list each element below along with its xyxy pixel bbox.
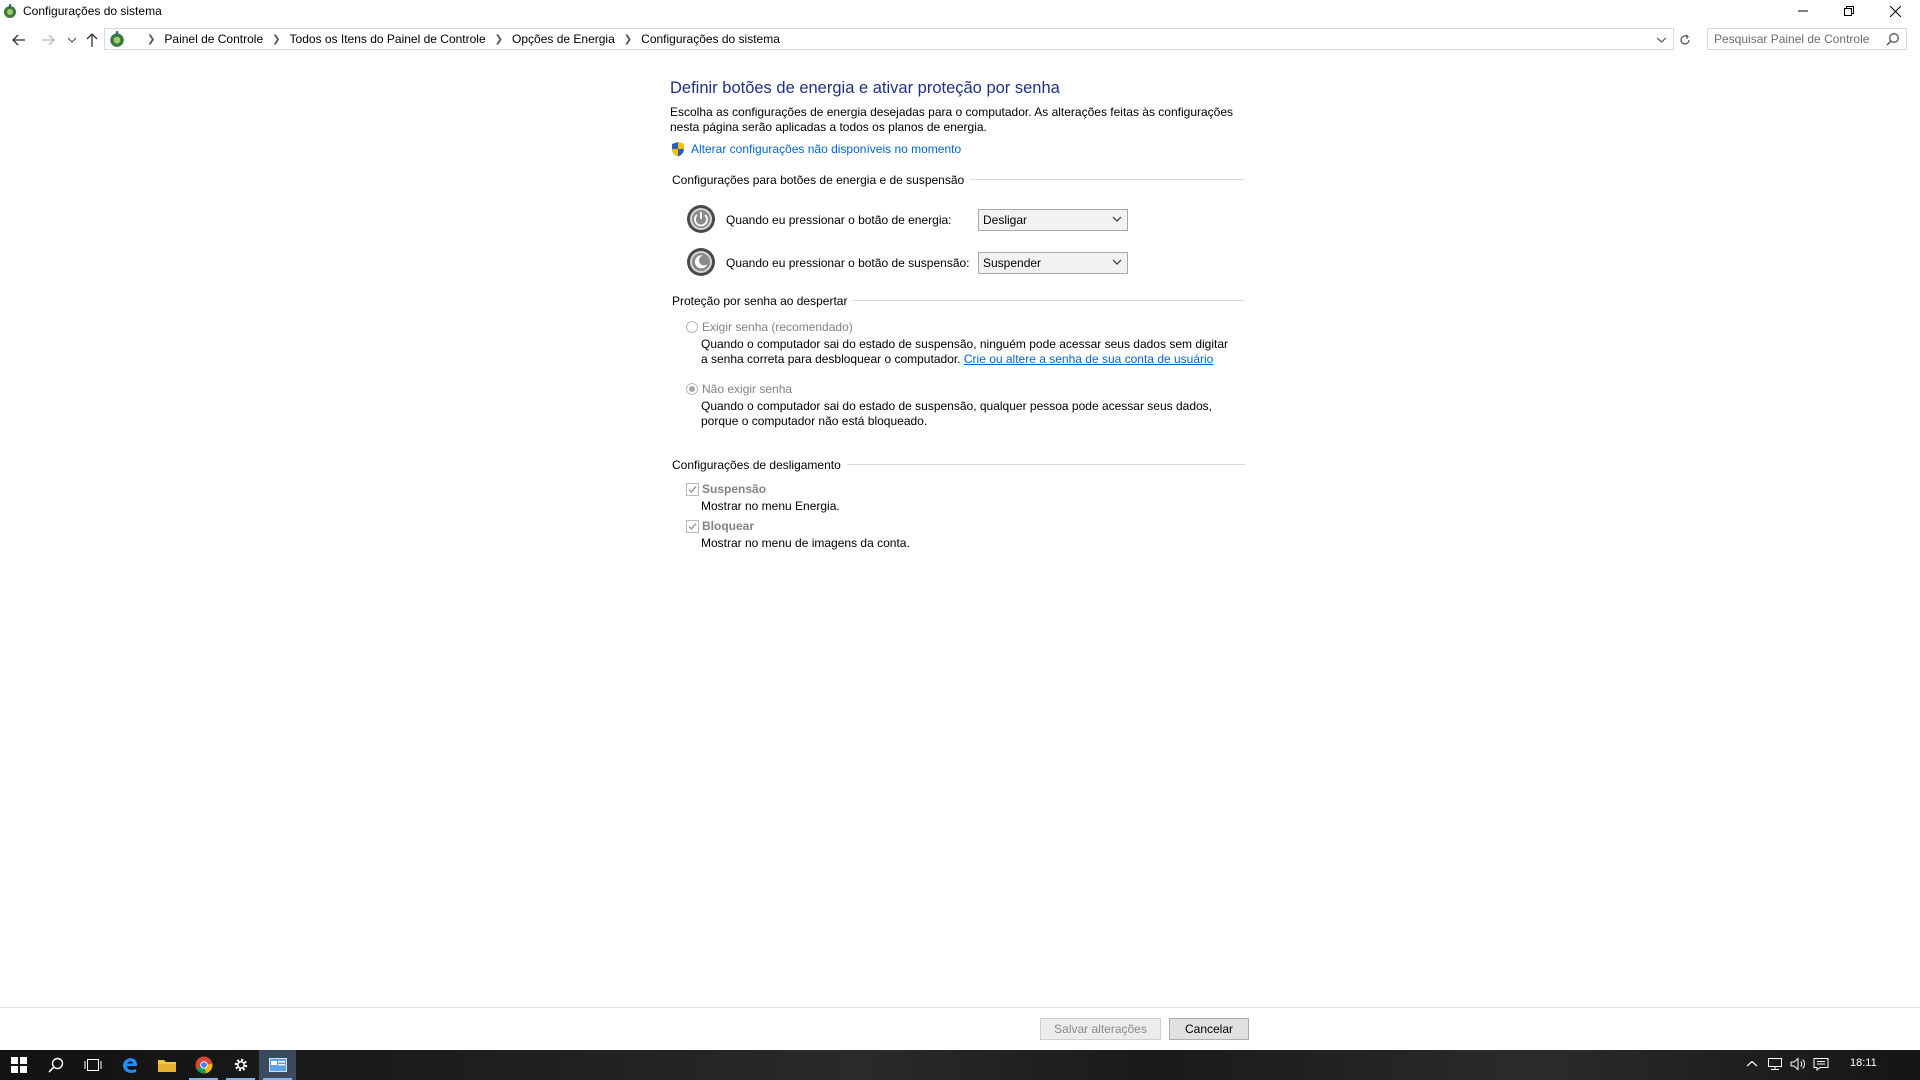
create-password-link[interactable]: Crie ou altere a senha de sua conta de u… — [964, 352, 1214, 366]
start-button[interactable] — [0, 1050, 37, 1080]
search-icon — [47, 1057, 63, 1073]
forward-arrow-icon — [42, 34, 55, 46]
network-icon — [1768, 1058, 1782, 1070]
gear-icon — [234, 1058, 247, 1072]
taskbar-control-panel-active[interactable] — [259, 1050, 296, 1080]
recent-locations-button[interactable] — [62, 30, 82, 50]
save-changes-button[interactable]: Salvar alterações — [1040, 1018, 1161, 1040]
taskbar-chrome[interactable] — [185, 1050, 222, 1080]
chevron-down-icon — [1112, 259, 1122, 265]
power-button-action-select[interactable]: Desligar — [978, 209, 1128, 231]
checkmark-icon — [688, 486, 697, 494]
taskbar-settings[interactable] — [222, 1050, 259, 1080]
chevron-up-icon — [1747, 1061, 1757, 1067]
breadcrumb-item[interactable]: Opções de Energia — [512, 32, 615, 46]
breadcrumb-chevron-icon[interactable]: ❯ — [624, 34, 632, 45]
power-buttons-section-title: Configurações para botões de energia e d… — [672, 173, 971, 187]
chevron-down-icon — [1656, 37, 1666, 43]
lock-menu-description: Mostrar no menu de imagens da conta. — [701, 536, 910, 550]
no-password-description-line1: Quando o computador sai do estado de sus… — [701, 399, 1213, 413]
control-panel-icon — [110, 31, 124, 47]
uac-shield-icon — [672, 142, 684, 157]
up-button[interactable] — [82, 30, 102, 50]
power-button-action-value: Desligar — [983, 213, 1028, 227]
require-password-radio[interactable] — [686, 321, 698, 333]
restore-icon — [1844, 6, 1854, 16]
search-button[interactable] — [37, 1050, 74, 1080]
volume-tray[interactable] — [1790, 1056, 1806, 1072]
speaker-icon — [1790, 1057, 1805, 1071]
taskbar-file-explorer[interactable] — [148, 1050, 185, 1080]
show-hidden-icons-button[interactable] — [1744, 1056, 1760, 1072]
page-description: Escolha as configurações de energia dese… — [670, 105, 1234, 134]
sleep-menu-label[interactable]: Suspensão — [702, 482, 766, 496]
require-password-description-line2: a senha correta para desbloquear o compu… — [701, 352, 1213, 367]
task-view-button[interactable] — [74, 1050, 111, 1080]
page-title: Definir botões de energia e ativar prote… — [670, 79, 1060, 97]
breadcrumb-chevron-icon[interactable]: ❯ — [147, 34, 155, 45]
breadcrumb-item[interactable]: Todos os Itens do Painel de Controle — [290, 32, 486, 46]
task-view-icon — [84, 1059, 101, 1071]
sleep-button-action-value: Suspender — [983, 256, 1042, 270]
address-dropdown-button[interactable] — [1652, 31, 1670, 49]
lock-menu-checkbox[interactable] — [686, 520, 699, 533]
breadcrumb-item[interactable]: Configurações do sistema — [641, 32, 780, 46]
minimize-icon — [1798, 10, 1808, 12]
no-password-radio[interactable] — [686, 383, 698, 395]
action-center-button[interactable] — [1813, 1056, 1829, 1072]
title-bar — [0, 0, 1920, 24]
minimize-button[interactable] — [1780, 0, 1826, 22]
control-panel-icon — [4, 4, 16, 18]
chrome-icon — [195, 1056, 213, 1074]
footer-divider — [0, 1007, 1920, 1008]
close-button[interactable] — [1872, 0, 1918, 22]
forward-button[interactable] — [38, 30, 58, 50]
search-placeholder: Pesquisar Painel de Controle — [1714, 32, 1870, 46]
sleep-menu-checkbox[interactable] — [686, 483, 699, 496]
cancel-button[interactable]: Cancelar — [1169, 1018, 1249, 1040]
power-button-label: Quando eu pressionar o botão de energia: — [726, 213, 952, 227]
back-button[interactable] — [9, 30, 29, 50]
no-password-label[interactable]: Não exigir senha — [702, 382, 792, 396]
taskbar-edge[interactable] — [111, 1050, 148, 1080]
sleep-button-action-select[interactable]: Suspender — [978, 252, 1128, 274]
chevron-down-icon — [1112, 216, 1122, 222]
breadcrumb-chevron-icon[interactable]: ❯ — [272, 34, 280, 45]
sleep-button-label: Quando eu pressionar o botão de suspensã… — [726, 256, 970, 270]
sleep-menu-description: Mostrar no menu Energia. — [701, 499, 840, 513]
password-section-title: Proteção por senha ao despertar — [672, 294, 854, 308]
breadcrumb-chevron-icon[interactable]: ❯ — [495, 34, 503, 45]
require-password-label[interactable]: Exigir senha (recomendado) — [702, 320, 853, 334]
sleep-button-icon — [687, 248, 715, 276]
lock-menu-label[interactable]: Bloquear — [702, 519, 754, 533]
breadcrumb-item[interactable]: Painel de Controle — [164, 32, 263, 46]
up-arrow-icon — [86, 33, 98, 47]
back-arrow-icon — [12, 34, 25, 46]
refresh-button[interactable] — [1676, 30, 1694, 50]
no-password-description-line2: porque o computador não está bloqueado. — [701, 414, 928, 428]
control-panel-window-icon — [268, 1058, 287, 1072]
edge-icon — [122, 1058, 137, 1073]
require-password-description-text: a senha correta para desbloquear o compu… — [701, 352, 961, 366]
require-password-description-line1: Quando o computador sai do estado de sus… — [701, 337, 1229, 351]
network-tray[interactable] — [1767, 1056, 1783, 1072]
change-unavailable-settings-link[interactable]: Alterar configurações não disponíveis no… — [691, 142, 961, 156]
notification-icon — [1813, 1058, 1829, 1071]
chevron-down-icon — [68, 37, 76, 43]
shutdown-section-title: Configurações de desligamento — [672, 458, 847, 472]
windows-logo-icon — [10, 1057, 27, 1073]
radio-selected-dot — [689, 386, 695, 392]
power-button-icon — [687, 205, 715, 233]
restore-button[interactable] — [1826, 0, 1872, 22]
refresh-icon — [1680, 34, 1690, 45]
taskbar-clock[interactable]: 18:11 — [1850, 1057, 1877, 1069]
search-icon[interactable] — [1886, 32, 1900, 46]
checkmark-icon — [688, 523, 697, 531]
window-title: Configurações do sistema — [23, 4, 162, 18]
folder-icon — [157, 1060, 176, 1072]
breadcrumb: ❯ Painel de Controle ❯ Todos os Itens do… — [108, 30, 780, 48]
close-icon — [1889, 5, 1901, 17]
